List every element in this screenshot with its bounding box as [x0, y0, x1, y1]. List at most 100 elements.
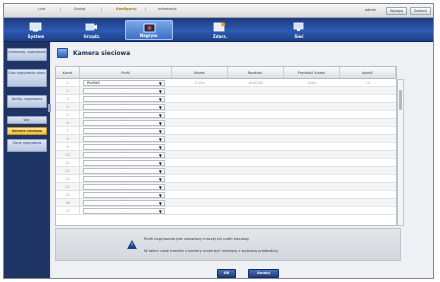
codec-cell: - — [199, 169, 201, 173]
sidebar-item-event-record-time[interactable]: Czas nagrywania zdarz. — [7, 69, 47, 87]
column-header: Profil — [80, 67, 172, 79]
nav-setup[interactable]: Konfiguruj — [116, 7, 137, 11]
codec-cell: - — [199, 113, 201, 117]
system-icon — [29, 22, 42, 32]
fps-cell: - — [311, 161, 313, 165]
profile-select[interactable]: - ▼ — [83, 88, 165, 94]
nav-info[interactable]: Informacje — [158, 7, 177, 11]
dropdown-arrow-icon[interactable]: ▼ — [159, 129, 162, 134]
tab-event[interactable]: Zdarz. — [196, 20, 244, 40]
tab-system[interactable]: System — [12, 20, 60, 40]
profile-select[interactable]: - ▼ — [83, 152, 165, 158]
profile-select[interactable]: - ▼ — [83, 120, 165, 126]
table-row: 11- ▼ - - - - — [56, 159, 396, 167]
tab-label: Urządz. — [83, 34, 101, 39]
cancel-button[interactable]: Anuluj — [248, 269, 279, 278]
dropdown-arrow-icon[interactable]: ▼ — [159, 193, 162, 198]
logout-button[interactable]: Wyloguj — [386, 7, 407, 15]
channel-number: 16 — [56, 199, 80, 207]
main-panel: Kamera sieciowa Kanał Profil Kodek Rozdz… — [51, 42, 433, 278]
sidebar-item-record-setup[interactable]: Konfig. nagrywania — [7, 95, 47, 108]
dropdown-arrow-icon[interactable]: ▼ — [159, 105, 162, 110]
codec-cell: - — [199, 153, 201, 157]
dropdown-arrow-icon[interactable]: ▼ — [159, 153, 162, 158]
dropdown-arrow-icon[interactable]: ▼ — [159, 97, 162, 102]
table-scrollbar[interactable] — [397, 79, 404, 226]
dropdown-arrow-icon[interactable]: ▼ — [159, 89, 162, 94]
profile-value: - — [123, 209, 125, 213]
tab-network[interactable]: Sieć — [275, 20, 323, 40]
profile-value: Profile2 — [87, 81, 101, 85]
fps-cell: - — [311, 121, 313, 125]
sidebar-item-record-options[interactable]: Opcje nagrywania — [7, 139, 47, 152]
ok-button[interactable]: OK — [217, 269, 236, 278]
profile-select[interactable]: - ▼ — [83, 96, 165, 102]
res-cell: - — [255, 201, 257, 205]
quality-cell: - — [367, 185, 369, 189]
profile-select[interactable]: - ▼ — [83, 112, 165, 118]
nav-separator: | — [145, 7, 147, 11]
channel-number: 1 — [56, 79, 80, 87]
res-cell: - — [255, 209, 257, 213]
dropdown-arrow-icon[interactable]: ▼ — [159, 137, 162, 142]
profile-select[interactable]: - ▼ — [83, 208, 165, 214]
profile-select[interactable]: - ▼ — [83, 160, 165, 166]
res-cell: - — [255, 177, 257, 181]
quality-cell: - — [367, 161, 369, 165]
tab-record[interactable]: Nagryw. — [125, 20, 173, 40]
res-cell: - — [255, 97, 257, 101]
dropdown-arrow-icon[interactable]: ▼ — [159, 161, 162, 166]
column-header: Kanał — [56, 67, 80, 79]
close-button[interactable]: Zamknij — [410, 7, 431, 15]
dropdown-arrow-icon[interactable]: ▼ — [159, 121, 162, 126]
nav-search[interactable]: Szukaj — [74, 7, 85, 11]
profile-select[interactable]: - ▼ — [83, 200, 165, 206]
nav-live[interactable]: Live — [38, 7, 45, 11]
res-cell: - — [255, 137, 257, 141]
sidebar-item-network-camera[interactable]: Kamera sieciowa — [7, 127, 47, 135]
dropdown-arrow-icon[interactable]: ▼ — [159, 169, 162, 174]
profile-value: - — [123, 129, 125, 133]
dropdown-arrow-icon[interactable]: ▼ — [159, 145, 162, 150]
sidebar-item-record-schedule[interactable]: Harmonog. nagrywania — [7, 48, 47, 61]
scrollbar-thumb[interactable] — [399, 90, 402, 110]
dropdown-arrow-icon[interactable]: ▼ — [159, 113, 162, 118]
profile-value: - — [123, 105, 125, 109]
profile-select[interactable]: - ▼ — [83, 136, 165, 142]
table-row: 6- ▼ - - - - — [56, 119, 396, 127]
table-row: 5- ▼ - - - - — [56, 111, 396, 119]
profile-select[interactable]: - ▼ — [83, 184, 165, 190]
codec-cell: - — [199, 129, 201, 133]
profile-value: - — [123, 145, 125, 149]
dropdown-arrow-icon[interactable]: ▼ — [159, 209, 162, 214]
channel-number: 12 — [56, 167, 80, 175]
profile-select[interactable]: - ▼ — [83, 144, 165, 150]
channel-number: 11 — [56, 159, 80, 167]
channel-number: 5 — [56, 111, 80, 119]
profile-select[interactable]: - ▼ — [83, 104, 165, 110]
notice-line-2: W takim razie transfer z kamery może być… — [144, 249, 279, 253]
profile-value: - — [123, 153, 125, 157]
codec-cell: H.264 — [195, 81, 205, 85]
profile-select[interactable]: - ▼ — [83, 168, 165, 174]
dropdown-arrow-icon[interactable]: ▼ — [159, 177, 162, 182]
column-header: Jakość — [340, 67, 396, 79]
fps-cell: - — [311, 185, 313, 189]
tab-device[interactable]: Urządz. — [68, 20, 116, 40]
dropdown-arrow-icon[interactable]: ▼ — [159, 185, 162, 190]
profile-select[interactable]: - ▼ — [83, 192, 165, 198]
dropdown-arrow-icon[interactable]: ▼ — [159, 81, 162, 86]
channel-number: 7 — [56, 127, 80, 135]
profile-select[interactable]: Profile2 ▼ — [83, 80, 165, 86]
profile-value: - — [123, 161, 125, 165]
dropdown-arrow-icon[interactable]: ▼ — [159, 201, 162, 206]
channel-number: 4 — [56, 103, 80, 111]
profile-select[interactable]: - ▼ — [83, 176, 165, 182]
quality-cell: - — [367, 209, 369, 213]
quality-cell: - — [367, 113, 369, 117]
profile-value: - — [123, 121, 125, 125]
codec-cell: - — [199, 97, 201, 101]
profile-select[interactable]: - ▼ — [83, 128, 165, 134]
quality-cell: - — [367, 177, 369, 181]
sidebar-item-off[interactable]: Wył. — [7, 116, 47, 124]
